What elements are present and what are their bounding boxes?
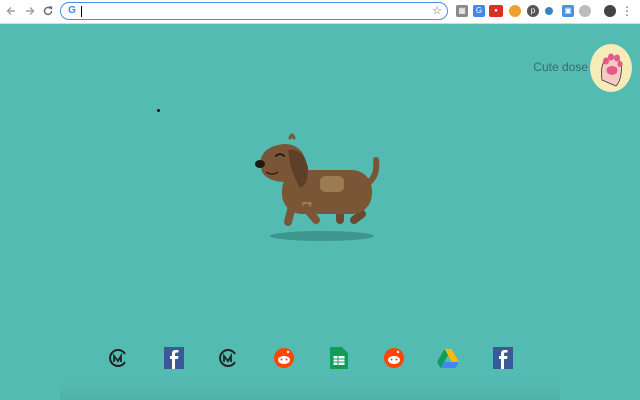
dog-shadow — [270, 231, 374, 241]
shortcut-coinmarketcap[interactable] — [108, 345, 130, 371]
menu-kebab-icon[interactable]: ⋮ — [619, 3, 635, 19]
shortcut-facebook-2[interactable] — [492, 345, 514, 371]
shortcut-reddit-2[interactable] — [383, 345, 405, 371]
extension-icon[interactable] — [545, 7, 553, 15]
translate-icon[interactable]: G — [473, 5, 485, 17]
coinmarketcap-icon — [219, 349, 236, 367]
shortcut-google-sheets[interactable] — [328, 345, 350, 371]
pomodoro-icon[interactable]: ● — [489, 5, 503, 17]
shortcut-bar — [0, 345, 640, 375]
back-button[interactable] — [3, 3, 19, 19]
extension-icon-3[interactable] — [579, 5, 591, 17]
shortcut-coinmarketcap-2[interactable] — [218, 345, 240, 371]
pinterest-icon[interactable]: p — [527, 5, 539, 17]
google-drive-icon — [437, 349, 459, 368]
reload-button[interactable] — [40, 3, 56, 19]
facebook-icon — [493, 347, 513, 369]
forward-button[interactable] — [22, 3, 38, 19]
profile-avatar-icon[interactable] — [604, 5, 616, 17]
cursor-dot — [157, 109, 160, 112]
text-cursor — [81, 6, 82, 17]
reload-icon — [43, 6, 53, 16]
forward-arrow-icon — [26, 7, 35, 15]
bottom-panel — [60, 378, 560, 400]
ext-1-icon[interactable]: ▦ — [456, 5, 468, 17]
shortcut-google-drive[interactable] — [437, 345, 459, 371]
cute-dose-label[interactable]: Cute dose — [533, 60, 588, 74]
cute-dose-avatar[interactable] — [590, 44, 632, 92]
reddit-icon — [384, 348, 404, 368]
bookmark-star-icon[interactable]: ☆ — [432, 4, 442, 17]
google-icon: G — [68, 5, 76, 16]
back-arrow-icon — [6, 7, 15, 15]
dog-illustration — [255, 133, 380, 241]
cookie-icon[interactable] — [509, 5, 521, 17]
coinmarketcap-icon — [109, 349, 126, 367]
shortcut-facebook[interactable] — [163, 345, 185, 371]
extension-icon-2[interactable]: ▣ — [562, 5, 574, 17]
shortcut-reddit[interactable] — [273, 345, 295, 371]
address-input[interactable] — [81, 4, 421, 18]
facebook-icon — [164, 347, 184, 369]
paw-icon — [601, 53, 623, 87]
reddit-icon — [274, 348, 294, 368]
address-bar[interactable]: G ☆ — [60, 2, 448, 20]
browser-toolbar: G ☆ ▦ G ● p ▣ ⋮ — [0, 0, 640, 24]
google-sheets-icon — [330, 347, 348, 369]
